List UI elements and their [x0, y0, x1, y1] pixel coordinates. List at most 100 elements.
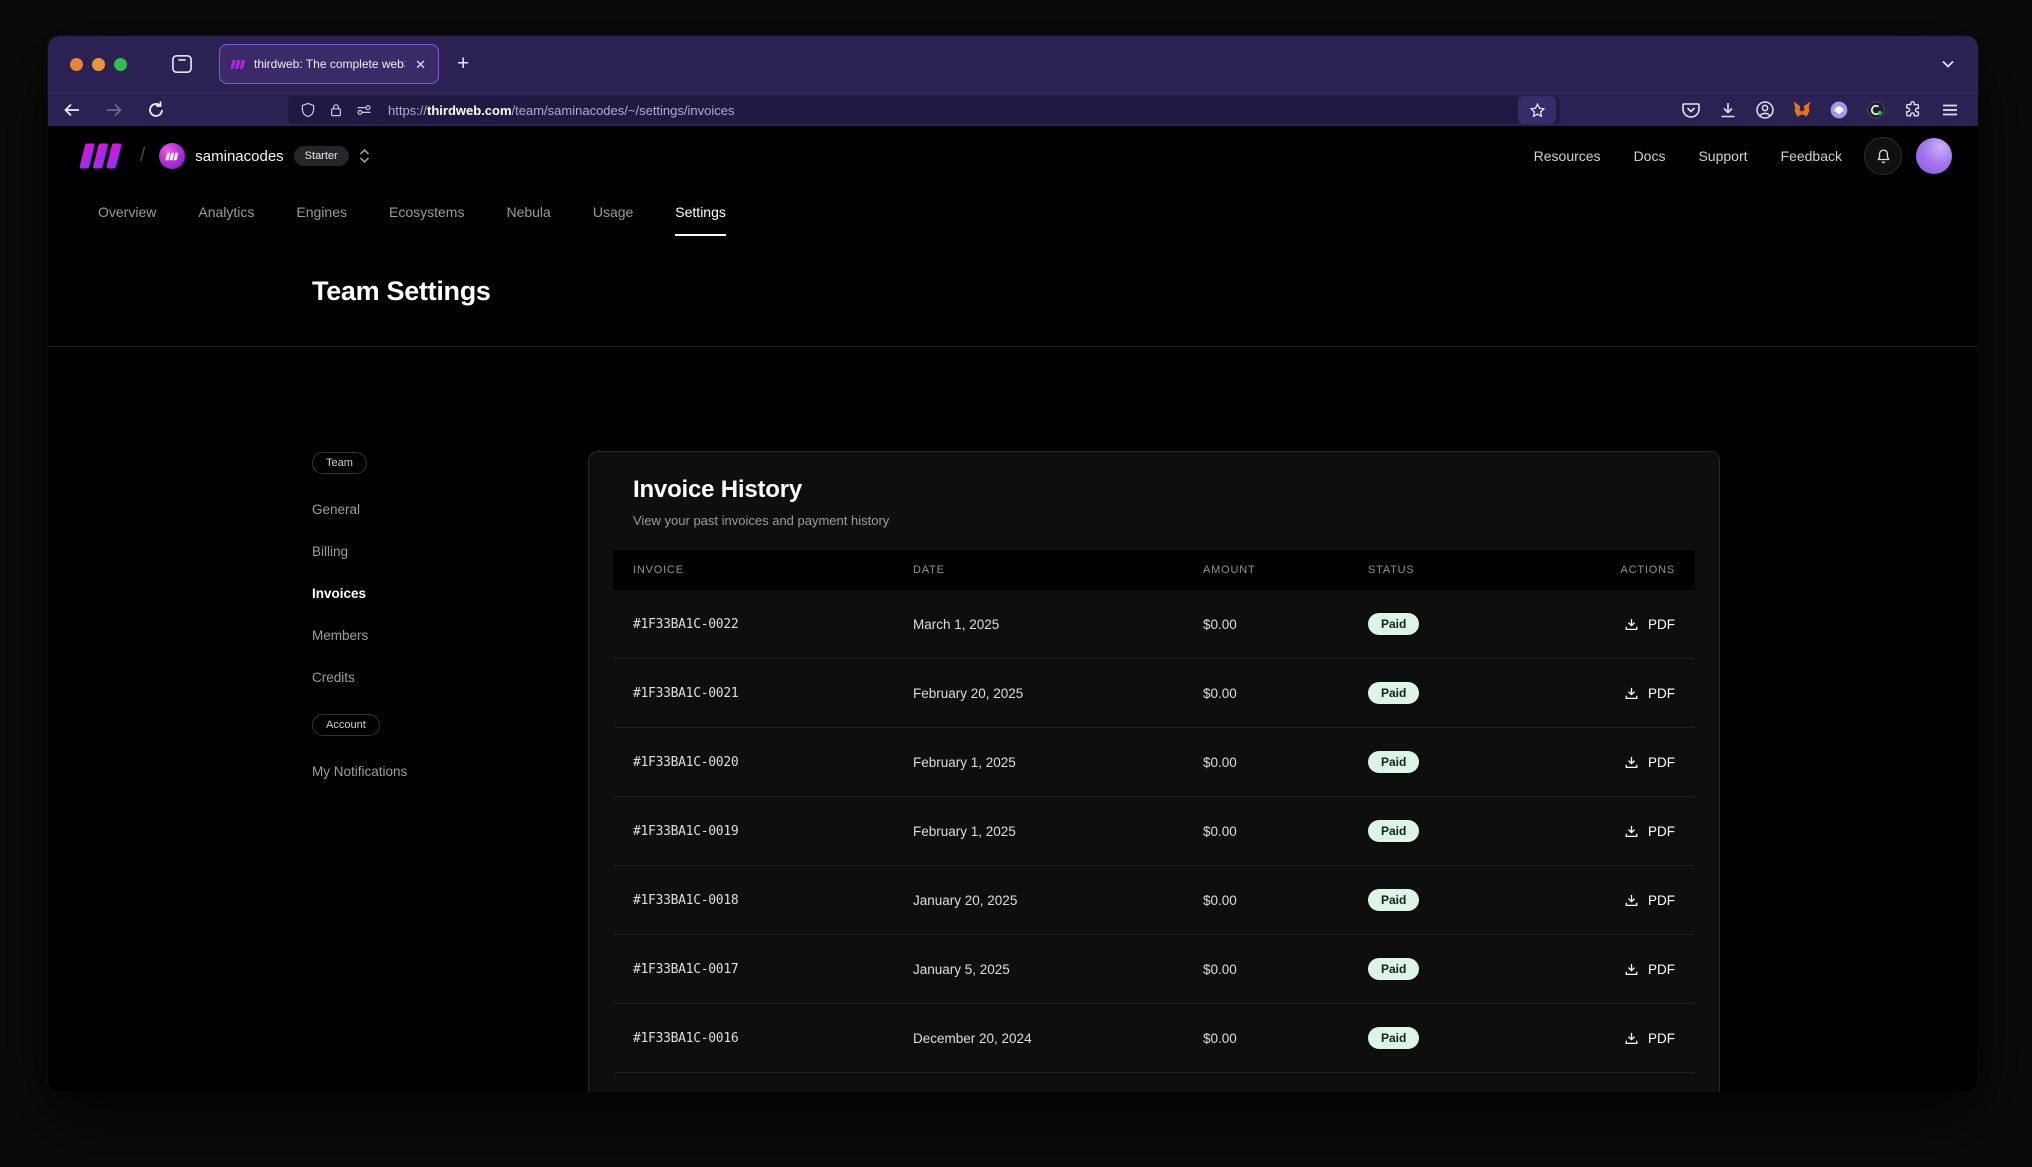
downloads-icon[interactable]: [1718, 100, 1738, 120]
dashboard-tab[interactable]: Usage: [593, 204, 633, 236]
permissions-icon[interactable]: [356, 102, 372, 118]
team-name[interactable]: saminacodes: [195, 148, 283, 165]
browser-tab[interactable]: thirdweb: The complete web3 d ✕: [219, 44, 439, 84]
invoice-number: #1F33BA1C-0020: [633, 755, 913, 770]
invoice-row: #1F33BA1C-0020 February 1, 2025 $0.00 Pa…: [613, 728, 1695, 797]
invoice-date: January 20, 2025: [913, 893, 1203, 908]
forward-icon[interactable]: [104, 100, 124, 120]
invoice-date: February 20, 2025: [913, 686, 1203, 701]
settings-sidebar: Team General Billing Invoices Members Cr…: [312, 452, 542, 792]
column-header: Date: [913, 564, 1203, 576]
invoice-history-card: Invoice History View your past invoices …: [588, 451, 1720, 1092]
account-icon[interactable]: [1755, 100, 1775, 120]
star-icon: [1529, 102, 1546, 119]
thirdweb-dashboard: / saminacodes Starter Resources Docs Sup…: [48, 126, 1978, 1092]
invoice-amount: $0.00: [1203, 893, 1368, 908]
download-icon: [1624, 893, 1639, 908]
dashboard-tab[interactable]: Engines: [296, 204, 347, 236]
status-badge: Paid: [1368, 682, 1419, 704]
invoice-amount: $0.00: [1203, 755, 1368, 770]
invoice-row: #1F33BA1C-0018 January 20, 2025 $0.00 Pa…: [613, 866, 1695, 935]
url-path: /team/saminacodes/~/settings/invoices: [512, 103, 735, 118]
download-pdf-button[interactable]: PDF: [1624, 893, 1675, 908]
user-avatar[interactable]: [1916, 138, 1952, 174]
download-pdf-button[interactable]: PDF: [1624, 617, 1675, 632]
sidebar-item[interactable]: Credits: [312, 656, 542, 698]
minimize-window-button[interactable]: [92, 58, 105, 71]
header-link[interactable]: Feedback: [1781, 148, 1842, 164]
tab-title: thirdweb: The complete web3 d: [254, 57, 405, 71]
header-link[interactable]: Support: [1698, 148, 1747, 164]
download-pdf-button[interactable]: PDF: [1624, 755, 1675, 770]
team-avatar: [159, 143, 185, 169]
invoice-date: December 20, 2024: [913, 1031, 1203, 1046]
header-link[interactable]: Docs: [1634, 148, 1666, 164]
list-all-tabs-icon[interactable]: [1940, 56, 1956, 72]
back-icon[interactable]: [62, 100, 82, 120]
invoice-history-title: Invoice History: [633, 476, 1675, 504]
dashboard-tab[interactable]: Settings: [675, 204, 726, 236]
sidebar-team-badge: Team: [312, 452, 367, 474]
header-links: Resources Docs Support Feedback: [1534, 148, 1842, 164]
team-switcher-icon[interactable]: [358, 148, 371, 164]
window-controls: [70, 58, 127, 71]
dashboard-tab[interactable]: Overview: [98, 204, 156, 236]
download-pdf-button[interactable]: PDF: [1624, 824, 1675, 839]
download-pdf-button[interactable]: PDF: [1624, 686, 1675, 701]
sidebar-item[interactable]: Billing: [312, 530, 542, 572]
invoice-amount: $0.00: [1203, 617, 1368, 632]
status-badge: Paid: [1368, 889, 1419, 911]
close-tab-icon[interactable]: ✕: [413, 56, 428, 73]
menu-icon[interactable]: [1940, 100, 1960, 120]
sidebar-item[interactable]: Members: [312, 614, 542, 656]
sidebar-item[interactable]: My Notifications: [312, 750, 542, 792]
invoice-date: February 1, 2025: [913, 824, 1203, 839]
url-scheme: https://: [388, 103, 427, 118]
extensions-puzzle-icon[interactable]: [1903, 100, 1923, 120]
download-pdf-button[interactable]: PDF: [1624, 962, 1675, 977]
status-badge: Paid: [1368, 613, 1419, 635]
thirdweb-logo[interactable]: [78, 142, 124, 170]
zoom-window-button[interactable]: [114, 58, 127, 71]
sidebar-item[interactable]: General: [312, 488, 542, 530]
metamask-icon[interactable]: [1792, 100, 1812, 120]
download-icon: [1624, 962, 1639, 977]
column-header: Status: [1368, 564, 1613, 576]
dashboard-tab[interactable]: Analytics: [198, 204, 254, 236]
close-window-button[interactable]: [70, 58, 83, 71]
column-header: Amount: [1203, 564, 1368, 576]
header-link[interactable]: Resources: [1534, 148, 1601, 164]
app-header: / saminacodes Starter Resources Docs Sup…: [48, 126, 1978, 186]
dashboard-tab[interactable]: Nebula: [506, 204, 550, 236]
download-pdf-button[interactable]: PDF: [1624, 1031, 1675, 1046]
pocket-icon[interactable]: [1681, 100, 1701, 120]
url-domain: thirdweb.com: [427, 103, 512, 118]
tracking-protection-shield-icon[interactable]: [300, 102, 316, 118]
browser-tab-bar: thirdweb: The complete web3 d ✕ +: [48, 36, 1978, 92]
address-bar[interactable]: https://thirdweb.com/team/saminacodes/~/…: [288, 96, 1560, 124]
status-badge: Paid: [1368, 820, 1419, 842]
wallet-extension-icon[interactable]: [1866, 100, 1886, 120]
new-tab-button[interactable]: +: [457, 52, 469, 76]
invoice-row: #1F33BA1C-0016 December 20, 2024 $0.00 P…: [613, 1004, 1695, 1073]
phantom-icon[interactable]: [1829, 100, 1849, 120]
thirdweb-favicon: [230, 59, 246, 70]
invoice-table-header: Invoice Date Amount Status Actions: [613, 550, 1695, 590]
bell-icon: [1875, 148, 1892, 165]
invoice-amount: $0.00: [1203, 1031, 1368, 1046]
invoice-amount: $0.00: [1203, 962, 1368, 977]
https-lock-icon[interactable]: [328, 102, 344, 118]
reload-icon[interactable]: [146, 100, 166, 120]
invoice-history-subtitle: View your past invoices and payment hist…: [633, 513, 1675, 528]
invoice-date: February 1, 2025: [913, 755, 1203, 770]
invoice-number: #1F33BA1C-0016: [633, 1031, 913, 1046]
invoice-date: January 5, 2025: [913, 962, 1203, 977]
dashboard-tab[interactable]: Ecosystems: [389, 204, 464, 236]
bookmark-star-button[interactable]: [1518, 96, 1556, 124]
notifications-button[interactable]: [1864, 137, 1902, 175]
url-text: https://thirdweb.com/team/saminacodes/~/…: [388, 103, 1518, 118]
sidebar-item[interactable]: Invoices: [312, 572, 542, 614]
firefox-view-icon[interactable]: [171, 54, 193, 74]
invoice-table-body: #1F33BA1C-0022 March 1, 2025 $0.00 Paid …: [613, 590, 1695, 1092]
invoice-row: #1F33BA1C-0021 February 20, 2025 $0.00 P…: [613, 659, 1695, 728]
